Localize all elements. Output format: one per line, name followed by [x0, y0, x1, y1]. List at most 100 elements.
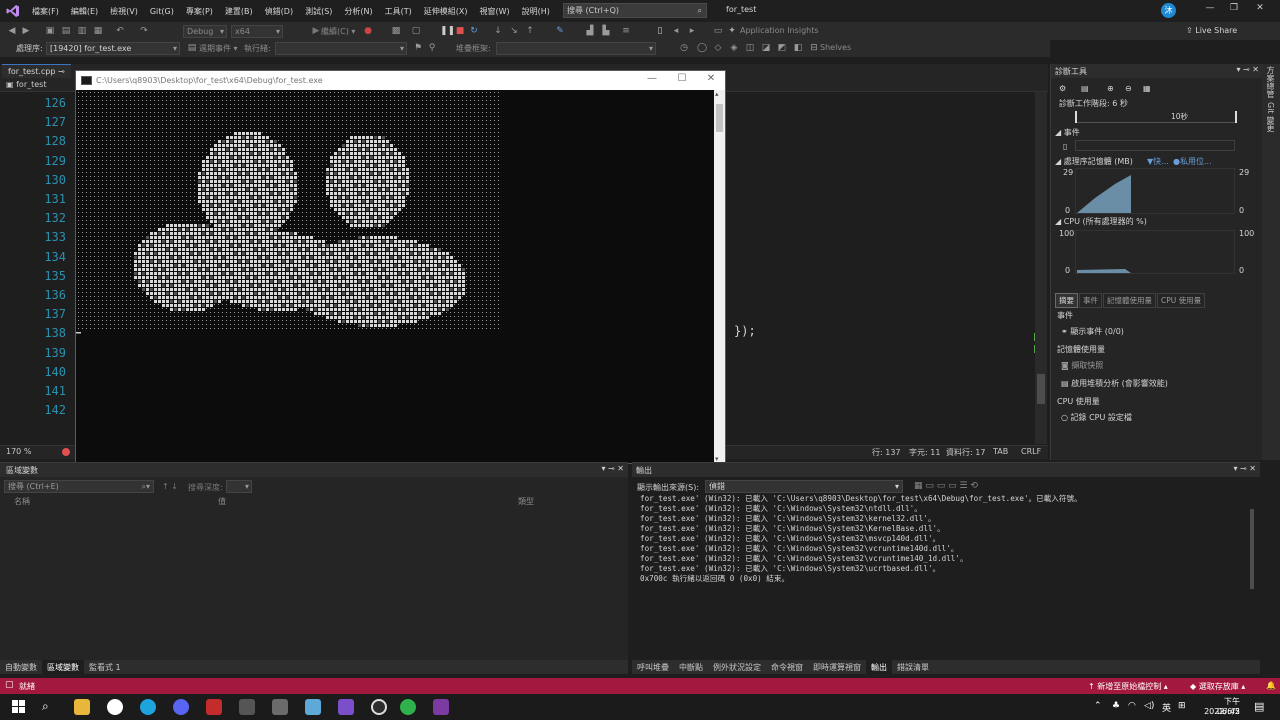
col-name[interactable]: 名稱 [14, 496, 30, 507]
tab-locals[interactable]: 區域變數 [42, 660, 84, 674]
diagnostics-icon[interactable]: ▩ [390, 25, 402, 37]
file-explorer-icon[interactable] [74, 699, 90, 715]
format-icon[interactable]: ▙ [600, 25, 612, 37]
timeline-end-handle[interactable] [1235, 111, 1237, 123]
itunes-icon[interactable] [107, 699, 123, 715]
layers-icon[interactable]: ◈ [728, 42, 740, 54]
menu-analyze[interactable]: 分析(N) [338, 6, 378, 17]
console-close-icon[interactable]: ✕ [697, 73, 725, 87]
cpu-section-title[interactable]: ◢ CPU (所有處理器的 %) [1055, 216, 1147, 227]
search-arrows-icon[interactable]: ↑ ↓ [162, 482, 178, 491]
editor-scrollbar[interactable] [1035, 92, 1047, 444]
scrollbar-thumb[interactable] [1037, 374, 1045, 404]
menu-debug[interactable]: 偵錯(D) [259, 6, 299, 17]
error-icon[interactable] [62, 448, 70, 456]
clock-date[interactable]: 2022/6/5 [1200, 707, 1240, 716]
restart-icon[interactable]: ↻ [468, 25, 480, 37]
stop-icon[interactable]: ■ [454, 25, 466, 37]
tool-icon-c[interactable]: ◩ [776, 42, 788, 54]
search-icon[interactable]: ⌕▾ [142, 481, 151, 492]
discord-icon[interactable] [173, 699, 189, 715]
zoom-in-icon[interactable]: ⊕ [1107, 84, 1114, 93]
tab-summary[interactable]: 摘要 [1055, 293, 1078, 308]
save-all-icon[interactable]: ▦ [92, 25, 104, 37]
hot-reload-icon[interactable]: ● [362, 25, 374, 37]
lifecycle-icon[interactable]: ▤ [186, 42, 198, 54]
step-out-icon[interactable]: ↑ [524, 25, 536, 37]
process-select[interactable]: [19420] for_test.exe [46, 42, 180, 55]
tab-for-test-cpp[interactable]: for_test.cpp ⊸ [2, 64, 71, 78]
show-events-link[interactable]: ⚭ 顯示事件 (0/0) [1061, 326, 1124, 337]
tab-immediate-window[interactable]: 即時運算視窗 [808, 660, 866, 674]
edge-icon[interactable] [140, 699, 156, 715]
timeline-ruler[interactable]: 10秒 [1075, 111, 1237, 123]
nav-project-dropdown[interactable]: ▣ for_test [6, 80, 46, 89]
output-scroll-thumb[interactable] [1250, 509, 1254, 589]
memory-section-title[interactable]: ◢ 處理序記憶體 (MB) [1055, 156, 1133, 167]
visual-studio-taskbar-icon[interactable] [338, 699, 354, 715]
app-red-icon[interactable] [206, 699, 222, 715]
zoom-select[interactable]: 170 % [6, 447, 31, 456]
add-to-source-control-button[interactable]: ↑ 新增至原始檔控制 ▴ [1088, 681, 1168, 692]
pin-icon[interactable]: ⊸ [58, 67, 65, 76]
action-center-icon[interactable]: ▤ [1254, 700, 1264, 713]
search-depth-select[interactable] [226, 480, 252, 493]
tab-events[interactable]: 事件 [1079, 293, 1102, 308]
wifi-icon[interactable]: ◠ [1128, 701, 1136, 711]
export-icon[interactable]: ▤ [1081, 84, 1089, 93]
console-scroll-thumb[interactable] [716, 104, 723, 132]
col-type[interactable]: 類型 [518, 496, 534, 507]
tab-breakpoints[interactable]: 中斷點 [674, 660, 708, 674]
tab-memory[interactable]: 記憶體使用量 [1103, 293, 1156, 308]
forward-icon[interactable]: ▶ [20, 25, 32, 37]
app-insights-label[interactable]: Application Insights [740, 26, 819, 35]
bookmark-next-icon[interactable]: ▸ [686, 25, 698, 37]
pause-events-icon[interactable]: ▯ [1063, 142, 1067, 151]
side-tab-git-changes[interactable]: Git 變更 [1265, 102, 1276, 132]
app-insights-icon[interactable]: ✦ [726, 25, 738, 37]
console-minimize-icon[interactable]: — [638, 73, 666, 87]
settings-icon[interactable]: ⚙ [1059, 84, 1066, 93]
col-value[interactable]: 值 [218, 496, 226, 507]
undo-icon[interactable]: ↶ [114, 25, 126, 37]
search-icon[interactable]: ⌕ [42, 699, 49, 714]
tab-command-window[interactable]: 命令視窗 [766, 660, 808, 674]
tab-autos[interactable]: 自動變數 [0, 660, 42, 674]
tray-chevron-icon[interactable]: ⌃ [1094, 701, 1102, 711]
flag-icon[interactable]: ⚑ [412, 42, 424, 54]
thread-select[interactable] [275, 42, 407, 55]
console-window[interactable]: C:\Users\q8903\Desktop\for_test\x64\Debu… [75, 70, 726, 464]
take-snapshot-button[interactable]: ◙ 擷取快照 [1061, 360, 1103, 371]
minimize-icon[interactable]: — [1200, 3, 1220, 18]
output-toolbar-icons[interactable]: ▦ ▭ ▭ ▭ ☰ ⟲ [914, 481, 978, 491]
locals-window-controls-icon[interactable]: ▾ ⊸ ✕ [601, 464, 624, 473]
console-title-bar[interactable]: C:\Users\q8903\Desktop\for_test\x64\Debu… [76, 71, 725, 90]
shelves-label[interactable]: Shelves [820, 43, 851, 52]
tool-icon-d[interactable]: ◧ [792, 42, 804, 54]
app-blue-icon[interactable] [305, 699, 321, 715]
align-icon[interactable]: ≡ [620, 25, 632, 37]
console-taskbar-icon[interactable] [433, 699, 449, 715]
tool-icon-a[interactable]: ◫ [744, 42, 756, 54]
clock-icon[interactable]: ◷ [678, 42, 690, 54]
notification-icon[interactable]: 🔔 [1266, 681, 1276, 690]
console-output[interactable] [76, 90, 713, 463]
user-avatar[interactable]: 沐 [1161, 3, 1176, 18]
platform-select[interactable]: x64 [231, 25, 283, 38]
menu-help[interactable]: 說明(H) [516, 6, 556, 17]
back-icon[interactable]: ◀ [6, 25, 18, 37]
console-scrollbar[interactable]: ▴ ▾ [714, 90, 725, 463]
diag-window-controls-icon[interactable]: ▾ ⊸ ✕ [1236, 65, 1259, 74]
tab-cpu[interactable]: CPU 使用量 [1157, 293, 1206, 308]
global-search-input[interactable]: 搜尋 (Ctrl+Q) ⌕ [563, 3, 707, 18]
record-cpu-button[interactable]: ○ 記錄 CPU 設定檔 [1061, 412, 1132, 423]
heap-profiling-button[interactable]: ▤ 啟用堆積分析 (會影響效能) [1061, 378, 1168, 389]
stack-frame-select[interactable] [496, 42, 656, 55]
window-icon[interactable]: ▢ [410, 25, 422, 37]
output-text[interactable]: for_test.exe' (Win32): 已載入 'C:\Users\q89… [640, 494, 1240, 584]
show-threads-icon[interactable]: ✎ [554, 25, 566, 37]
hex-icon[interactable]: ▟ [584, 25, 596, 37]
memory-chart[interactable] [1075, 168, 1235, 214]
console-maximize-icon[interactable]: ☐ [668, 73, 696, 87]
reset-zoom-icon[interactable]: ▦ [1143, 84, 1151, 93]
